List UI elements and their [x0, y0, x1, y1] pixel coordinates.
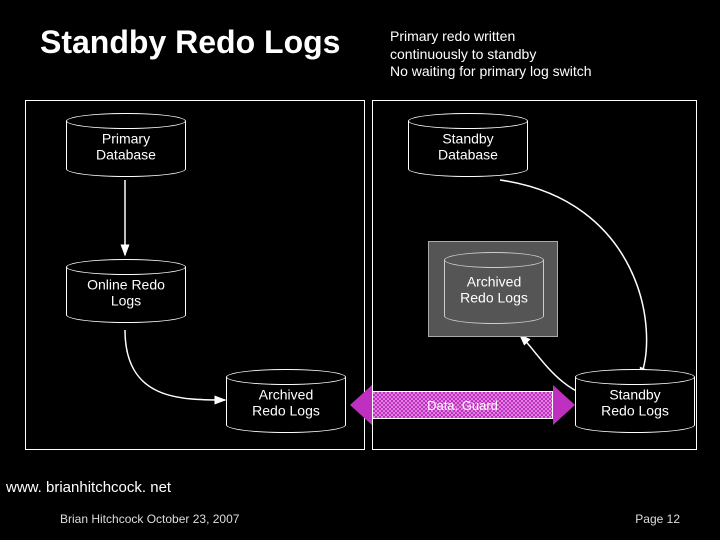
archived-redo-left-label: Archived Redo Logs — [252, 387, 320, 419]
standby-redo-cylinder: Standby Redo Logs — [575, 369, 695, 433]
arrow-right-head-icon — [553, 385, 575, 425]
note-line: No waiting for primary log switch — [390, 63, 592, 81]
primary-database-cylinder: Primary Database — [66, 113, 186, 177]
header-note: Primary redo written continuously to sta… — [390, 28, 592, 81]
primary-database-label: Primary Database — [96, 131, 156, 163]
footer-author: Brian Hitchcock October 23, 2007 — [60, 512, 239, 526]
arrow-left-head-icon — [350, 385, 372, 425]
primary-panel: Primary Database Online Redo Logs Archiv… — [25, 100, 365, 450]
footer-page: Page 12 — [635, 512, 680, 526]
dataguard-arrow: Data. Guard — [350, 385, 575, 425]
online-redo-cylinder: Online Redo Logs — [66, 259, 186, 323]
archived-redo-right-label: Archived Redo Logs — [460, 274, 528, 306]
dataguard-label: Data. Guard — [372, 391, 553, 419]
standby-redo-label: Standby Redo Logs — [601, 387, 669, 419]
archived-redo-outer-box: Archived Redo Logs — [428, 241, 558, 337]
note-line: Primary redo written — [390, 28, 592, 46]
archived-redo-left-cylinder: Archived Redo Logs — [226, 369, 346, 433]
standby-database-cylinder: Standby Database — [408, 113, 528, 177]
note-line: continuously to standby — [390, 46, 592, 64]
standby-database-label: Standby Database — [438, 131, 498, 163]
page-title: Standby Redo Logs — [40, 24, 340, 61]
footer-url: www. brianhitchcock. net — [6, 479, 171, 496]
online-redo-label: Online Redo Logs — [87, 277, 165, 309]
archived-redo-right-cylinder: Archived Redo Logs — [444, 252, 544, 324]
